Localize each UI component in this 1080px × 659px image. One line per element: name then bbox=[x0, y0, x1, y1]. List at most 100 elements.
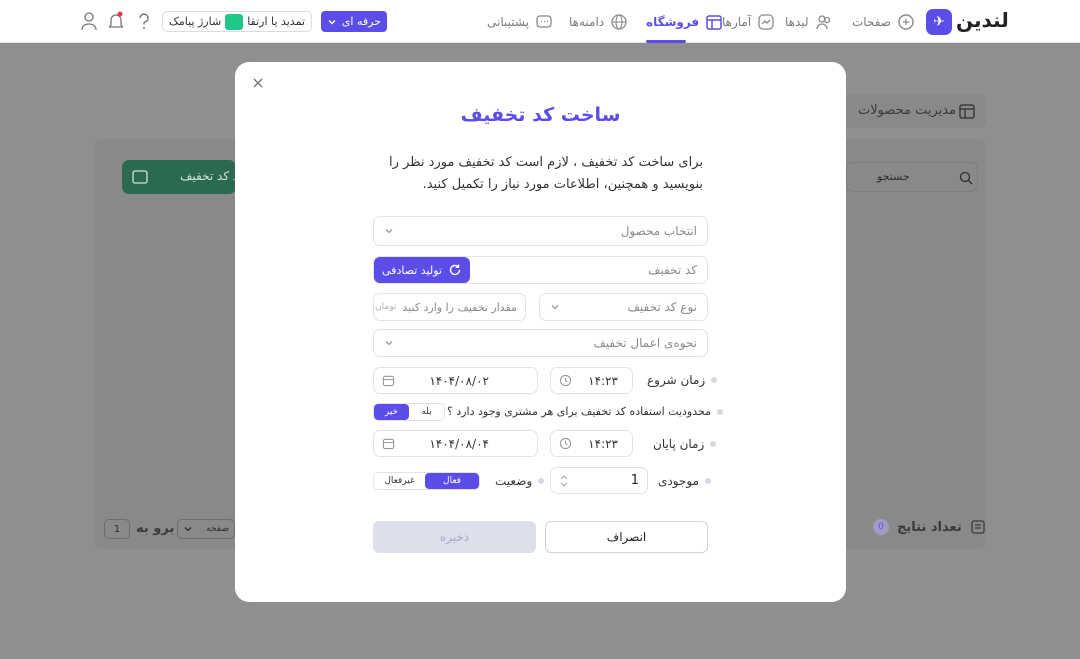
sms-charge-link[interactable]: شارژ پیامک bbox=[169, 15, 221, 28]
chevron-down-icon bbox=[184, 527, 192, 532]
start-time-row-label: زمان شروع bbox=[647, 373, 718, 387]
plan-dropdown[interactable]: حرفه ای bbox=[321, 11, 387, 32]
nav-item-pages-label: صفحات bbox=[852, 15, 891, 29]
users-icon bbox=[815, 15, 830, 30]
clock-icon bbox=[559, 437, 572, 450]
bullet-icon bbox=[538, 478, 545, 484]
modal-description: برای ساخت کد تخفیف ، لازم است کد تخفیف م… bbox=[389, 155, 703, 192]
discount-type-select[interactable]: نوع کد تخفیف bbox=[539, 293, 708, 321]
product-select-placeholder: انتخاب محصول bbox=[620, 224, 697, 238]
plan-label: حرفه ای bbox=[341, 15, 381, 28]
nav-item-domains-label: دامنه‌ها bbox=[569, 15, 605, 29]
clock-icon bbox=[559, 374, 572, 387]
nav-item-stats-label: آمارها bbox=[722, 15, 752, 29]
bullet-icon bbox=[717, 408, 723, 415]
discount-type-placeholder: نوع کد تخفیف bbox=[627, 300, 697, 314]
end-time-input[interactable]: ۱۴:۲۳ bbox=[550, 430, 633, 457]
globe-icon bbox=[611, 14, 627, 30]
chart-icon bbox=[758, 14, 774, 30]
bullet-icon bbox=[704, 478, 711, 484]
generate-random-label: تولید تصادفی bbox=[382, 263, 442, 277]
discount-amount-input[interactable]: تومان مقدار تخفیف را وارد کنید bbox=[373, 293, 526, 321]
ticket-icon bbox=[132, 170, 148, 184]
close-icon[interactable] bbox=[251, 76, 265, 90]
usage-limit-no[interactable]: خیر bbox=[374, 404, 409, 420]
create-discount-modal: ساخت کد تخفیف برای ساخت کد تخفیف ، لازم … bbox=[235, 62, 846, 602]
page-size-label: صفحه bbox=[206, 524, 229, 534]
results-count-badge: 0 bbox=[873, 519, 889, 535]
section-title: مدیریت محصولات bbox=[858, 103, 957, 118]
renew-upgrade-link[interactable]: تمدید یا ارتقا bbox=[247, 15, 305, 28]
results-count: 0 تعداد نتایج bbox=[873, 519, 986, 535]
bell-icon[interactable] bbox=[107, 11, 125, 31]
save-button[interactable]: ذخیره bbox=[373, 521, 536, 553]
search-input[interactable]: جستجو bbox=[846, 162, 978, 192]
start-date-value: ۱۴۰۴/۰۸/۰۲ bbox=[429, 373, 489, 388]
sms-icon bbox=[225, 13, 244, 30]
help-icon[interactable] bbox=[136, 12, 152, 30]
nav-item-domains[interactable]: دامنه‌ها bbox=[569, 13, 628, 31]
search-icon bbox=[959, 171, 973, 185]
chevron-down-icon bbox=[328, 19, 336, 24]
goto-page-input[interactable]: 1 bbox=[104, 519, 130, 539]
refresh-icon bbox=[449, 264, 461, 276]
account-actions: شارژ پیامک تمدید یا ارتقا bbox=[162, 11, 312, 32]
usage-limit-yes[interactable]: بله bbox=[409, 404, 444, 420]
end-date-input[interactable]: ۱۴۰۴/۰۸/۰۴ bbox=[373, 430, 538, 457]
currency-unit: تومان bbox=[375, 302, 397, 312]
user-profile-icon[interactable] bbox=[80, 11, 98, 31]
nav-item-leads[interactable]: لیدها bbox=[785, 13, 833, 31]
store-icon bbox=[959, 104, 975, 119]
usage-limit-toggle: خیر بله bbox=[373, 403, 445, 421]
modal-title: ساخت کد تخفیف bbox=[460, 104, 621, 126]
nav-item-shop-label: فروشگاه bbox=[646, 15, 700, 29]
calendar-icon bbox=[382, 438, 395, 450]
status-inactive[interactable]: غیرفعال bbox=[374, 473, 425, 489]
nav-item-support[interactable]: پشتیبانی bbox=[487, 13, 553, 31]
end-time-label: زمان پایان bbox=[653, 437, 705, 451]
start-time-label: زمان شروع bbox=[647, 373, 706, 387]
chevron-down-icon bbox=[551, 305, 559, 310]
stock-value: 1 bbox=[630, 473, 639, 488]
receipt-icon bbox=[971, 520, 985, 534]
start-time-input[interactable]: ۱۴:۲۳ bbox=[550, 367, 633, 394]
nav-item-shop[interactable]: فروشگاه bbox=[646, 13, 723, 31]
pages-icon bbox=[898, 14, 914, 30]
nav-item-leads-label: لیدها bbox=[785, 15, 809, 29]
product-select[interactable]: انتخاب محصول bbox=[373, 216, 708, 246]
end-time-row-label: زمان پایان bbox=[653, 437, 717, 451]
chevron-down-icon bbox=[385, 341, 393, 346]
start-time-value: ۱۴:۲۳ bbox=[588, 373, 618, 388]
generate-random-button[interactable]: تولید تصادفی bbox=[374, 257, 470, 283]
stepper-arrows-icon[interactable] bbox=[559, 473, 569, 489]
top-navigation-bar: ✈ لندین صفحات لیدها آمارها فروشگاه دامنه… bbox=[0, 0, 1080, 43]
results-label: تعداد نتایج bbox=[897, 519, 962, 535]
apply-method-select[interactable]: نحوه‌ی اعمال تخفیف bbox=[373, 329, 708, 357]
end-date-value: ۱۴۰۴/۰۸/۰۴ bbox=[429, 436, 489, 451]
chat-icon bbox=[536, 15, 552, 28]
nav-item-support-label: پشتیبانی bbox=[487, 15, 529, 29]
apply-method-placeholder: نحوه‌ی اعمال تخفیف bbox=[593, 336, 697, 350]
status-active[interactable]: فعال bbox=[425, 473, 479, 489]
nav-item-pages[interactable]: صفحات bbox=[852, 13, 915, 31]
start-date-input[interactable]: ۱۴۰۴/۰۸/۰۲ bbox=[373, 367, 538, 394]
nav-item-stats[interactable]: آمارها bbox=[722, 13, 775, 31]
store-icon bbox=[706, 15, 722, 30]
add-discount-button[interactable]: تعداد کد تخفیف bbox=[122, 160, 257, 194]
chevron-down-icon bbox=[385, 229, 393, 234]
status-label: وضعیت bbox=[495, 474, 533, 488]
stock-stepper[interactable]: 1 bbox=[550, 467, 648, 494]
end-time-value: ۱۴:۲۳ bbox=[588, 436, 618, 451]
stock-label: موجودی bbox=[658, 474, 699, 488]
brand-logo-text[interactable]: لندین bbox=[956, 8, 1009, 32]
search-placeholder: جستجو bbox=[877, 170, 910, 183]
status-toggle: غیرفعال فعال bbox=[373, 472, 480, 490]
cancel-button[interactable]: انصراف bbox=[545, 521, 708, 553]
logo-icon[interactable]: ✈ bbox=[926, 9, 952, 35]
discount-amount-placeholder: مقدار تخفیف را وارد کنید bbox=[402, 300, 517, 314]
page-size-select[interactable]: صفحه bbox=[177, 519, 235, 539]
discount-code-placeholder: کد تخفیف bbox=[647, 263, 697, 277]
usage-limit-row-label: محدودیت استفاده کد تخفیف برای هر مشتری و… bbox=[447, 405, 723, 418]
goto-label: برو به bbox=[136, 521, 175, 536]
stock-row-label: موجودی bbox=[658, 474, 711, 488]
